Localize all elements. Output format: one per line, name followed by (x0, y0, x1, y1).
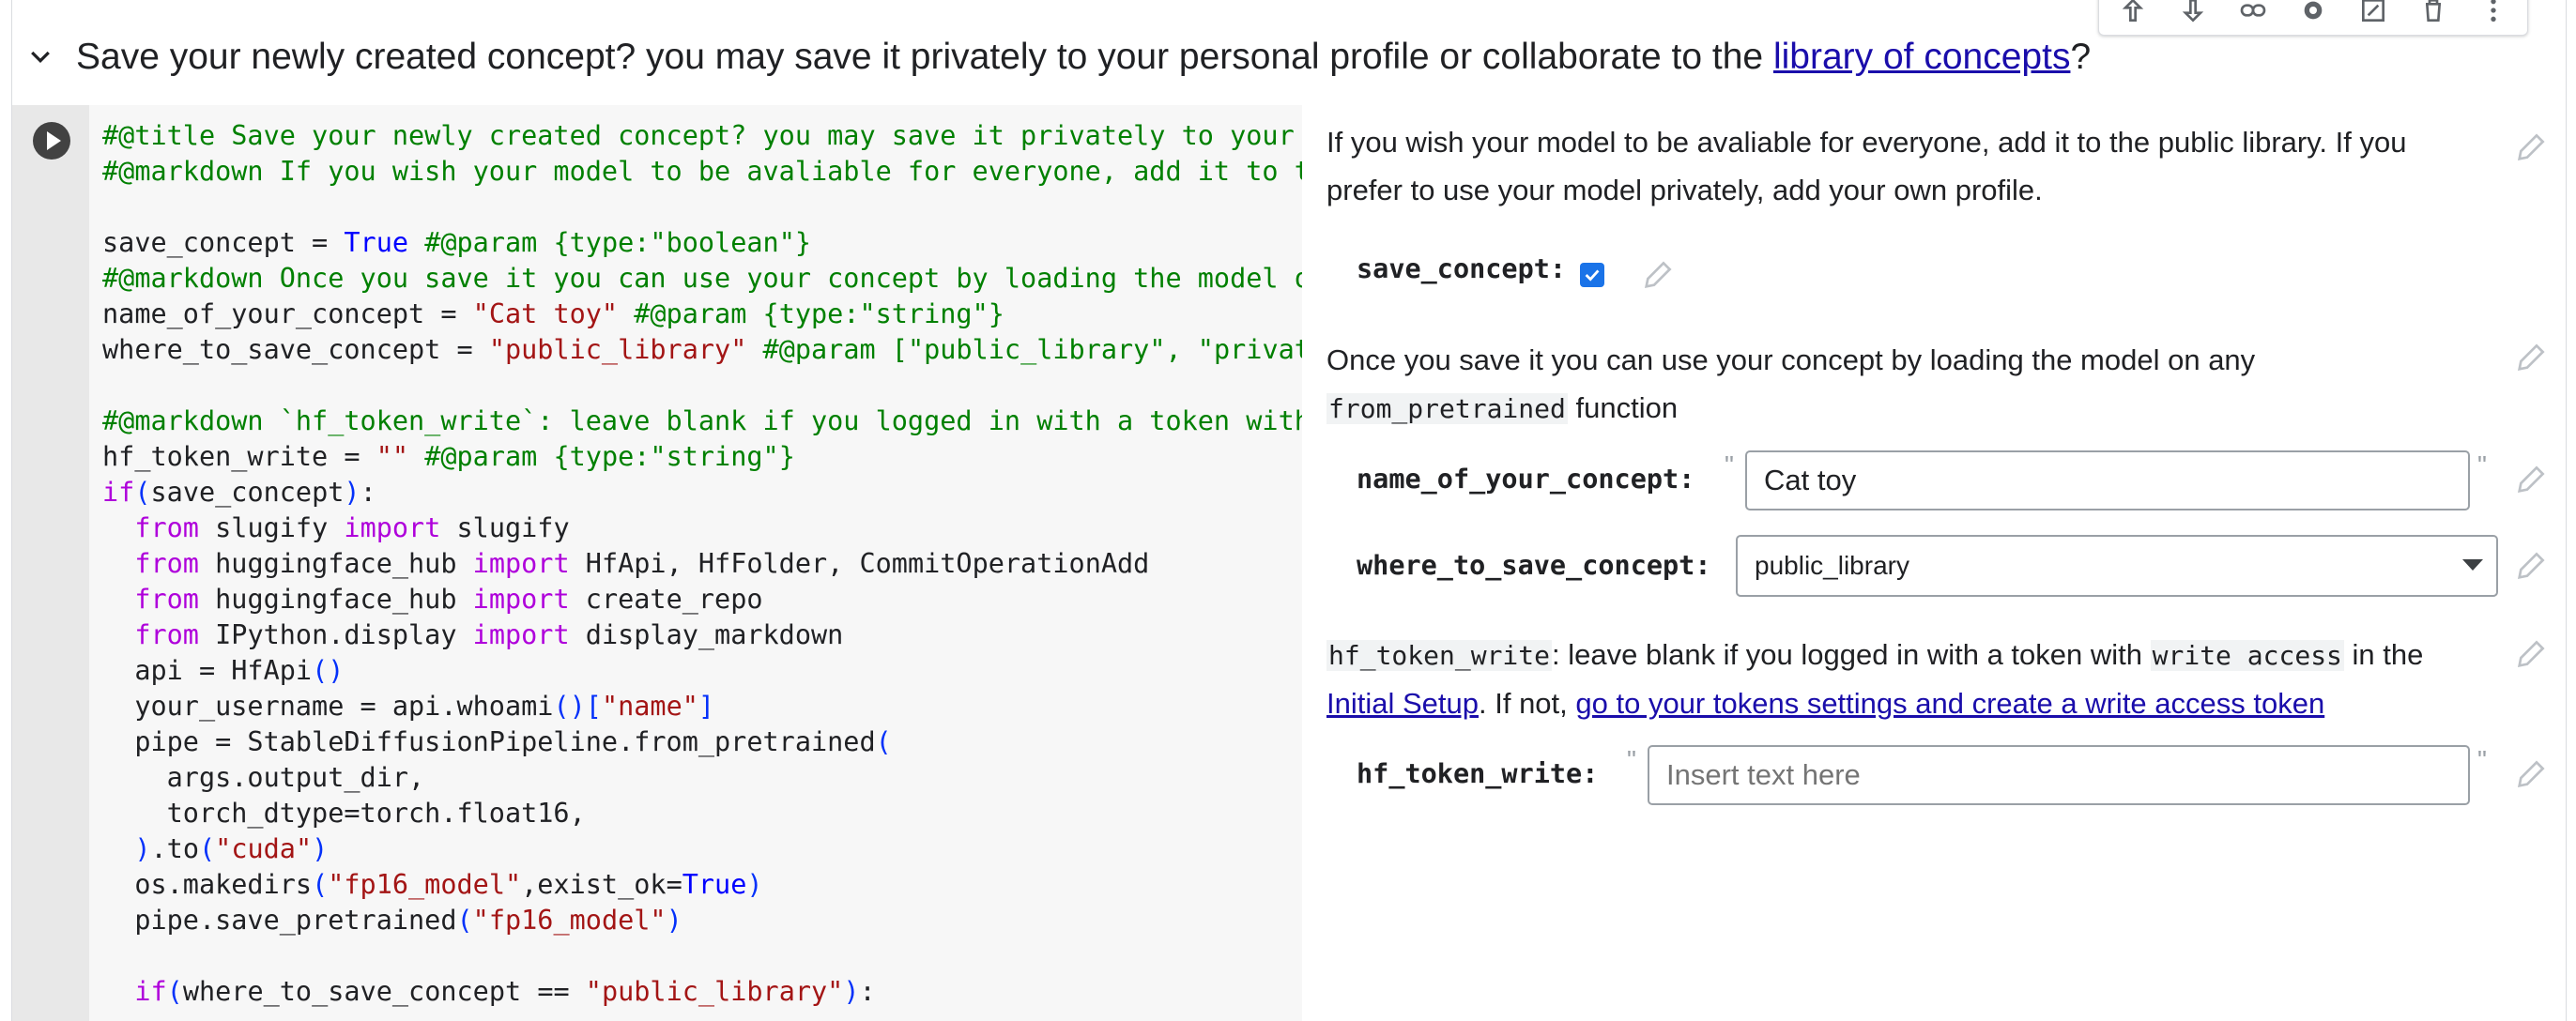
name-of-concept-input[interactable]: Cat toy (1745, 450, 2470, 510)
tokens-settings-link[interactable]: go to your tokens settings and create a … (1575, 687, 2324, 720)
hf-token-write-label: hf_token_write: (1357, 758, 1599, 789)
code-line: pipe = StableDiffusionPipeline.from_pret… (102, 726, 892, 757)
md3-text3: . If not, (1479, 687, 1576, 720)
code-line: os.makedirs("fp16_model",exist_ok=True) (102, 869, 763, 900)
code-line: #@title Save your newly created concept?… (102, 120, 1295, 151)
code-line: your_username = api.whoami()["name"] (102, 691, 715, 722)
more-icon[interactable] (2473, 0, 2514, 29)
form-panel: If you wish your model to be avaliable f… (1302, 105, 2566, 1021)
code-cell: Save your newly created concept? you may… (11, 0, 2567, 1021)
mirror-cell-icon[interactable] (2353, 0, 2394, 29)
save-concept-checkbox[interactable] (1580, 263, 1604, 287)
quote-close: " (2477, 450, 2487, 480)
title-suffix: ? (2070, 37, 2092, 77)
name-of-concept-label: name_of_your_concept: (1357, 464, 1695, 495)
code-line: pipe.save_pretrained("fp16_model") (102, 905, 682, 936)
code-line: from IPython.display import display_mark… (134, 619, 844, 650)
edit-pencil-icon[interactable] (2513, 634, 2551, 672)
code-text: #@title Save your newly created concept?… (89, 105, 1302, 1010)
link-icon[interactable] (2232, 0, 2274, 29)
code-line: from huggingface_hub import HfApi, HfFol… (134, 548, 1150, 579)
markdown-public-library: If you wish your model to be avaliable f… (1326, 126, 2407, 206)
edit-pencil-icon[interactable] (1640, 255, 1678, 293)
where-to-save-label: where_to_save_concept: (1357, 550, 1711, 581)
code-editor[interactable]: #@title Save your newly created concept?… (89, 105, 1302, 1021)
run-cell-button[interactable] (31, 120, 72, 161)
edit-pencil-icon[interactable] (2513, 754, 2551, 792)
md3-text2: in the (2343, 638, 2424, 671)
code-line: #@markdown If you wish your model to be … (102, 156, 1302, 187)
code-line: from huggingface_hub import create_repo (134, 584, 763, 615)
title-text: Save your newly created concept? you may… (76, 37, 1773, 77)
code-line: hf_token_write = "" #@param {type:"strin… (102, 441, 795, 472)
edit-pencil-icon[interactable] (2513, 338, 2551, 375)
code-line: #@markdown `hf_token_write`: leave blank… (102, 405, 1302, 436)
initial-setup-link[interactable]: Initial Setup (1326, 687, 1479, 720)
md3-text1: : leave blank if you logged in with a to… (1552, 638, 2151, 671)
code-line: api = HfApi() (102, 655, 345, 686)
hf-token-write-input[interactable]: Insert text here (1648, 745, 2470, 805)
save-concept-label: save_concept: (1357, 253, 1567, 284)
code-line: args.output_dir, (102, 762, 425, 793)
code-gutter (12, 105, 89, 1021)
md2-suffix: function (1567, 391, 1679, 424)
cell-header: Save your newly created concept? you may… (12, 24, 2171, 90)
edit-pencil-icon[interactable] (2513, 128, 2551, 165)
settings-icon[interactable] (2292, 0, 2334, 29)
markdown-from-pretrained: Once you save it you can use your concep… (1326, 336, 2481, 433)
code-line: ).to("cuda") (134, 833, 329, 864)
code-line: from slugify import slugify (134, 512, 570, 543)
md2-text: Once you save it you can use your concep… (1326, 343, 2256, 376)
quote-open: " (1627, 745, 1636, 774)
code-line: torch_dtype=torch.float16, (102, 798, 586, 829)
markdown-hf-token: hf_token_write: leave blank if you logge… (1326, 631, 2481, 727)
where-to-save-select[interactable]: public_library (1736, 535, 2498, 597)
code-line: #@markdown Once you save it you can use … (102, 263, 1302, 294)
quote-open: " (1725, 450, 1734, 480)
code-line: if(where_to_save_concept == "public_libr… (134, 976, 876, 1007)
edit-pencil-icon[interactable] (2513, 460, 2551, 497)
move-down-icon[interactable] (2172, 0, 2214, 29)
md2-code: from_pretrained (1326, 393, 1568, 424)
dropdown-arrow-icon (2462, 559, 2483, 571)
chevron-down-icon[interactable] (18, 35, 63, 80)
cell-title: Save your newly created concept? you may… (76, 37, 2091, 78)
md3-code-token: hf_token_write (1326, 640, 1553, 671)
code-line: save_concept = True #@param {type:"boole… (102, 227, 812, 258)
md3-code-write-access: write access (2150, 640, 2344, 671)
code-line: name_of_your_concept = "Cat toy" #@param… (102, 298, 1004, 329)
edit-pencil-icon[interactable] (2513, 546, 2551, 584)
delete-icon[interactable] (2413, 0, 2454, 29)
code-line: where_to_save_concept = "public_library"… (102, 334, 1302, 365)
where-to-save-value: public_library (1755, 551, 1909, 580)
code-line: if(save_concept): (102, 477, 376, 508)
quote-close: " (2477, 745, 2487, 774)
library-of-concepts-link[interactable]: library of concepts (1773, 37, 2070, 77)
